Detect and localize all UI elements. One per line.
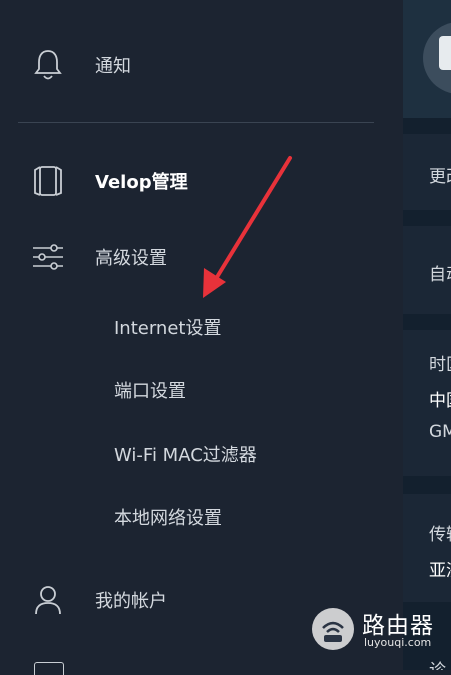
watermark-title: 路由器 xyxy=(362,613,434,639)
annotation-arrow xyxy=(203,156,292,298)
router-logo-icon xyxy=(312,608,354,650)
watermark: 路由器 luyouqi.com xyxy=(310,605,451,653)
watermark-subtitle: luyouqi.com xyxy=(364,636,432,649)
